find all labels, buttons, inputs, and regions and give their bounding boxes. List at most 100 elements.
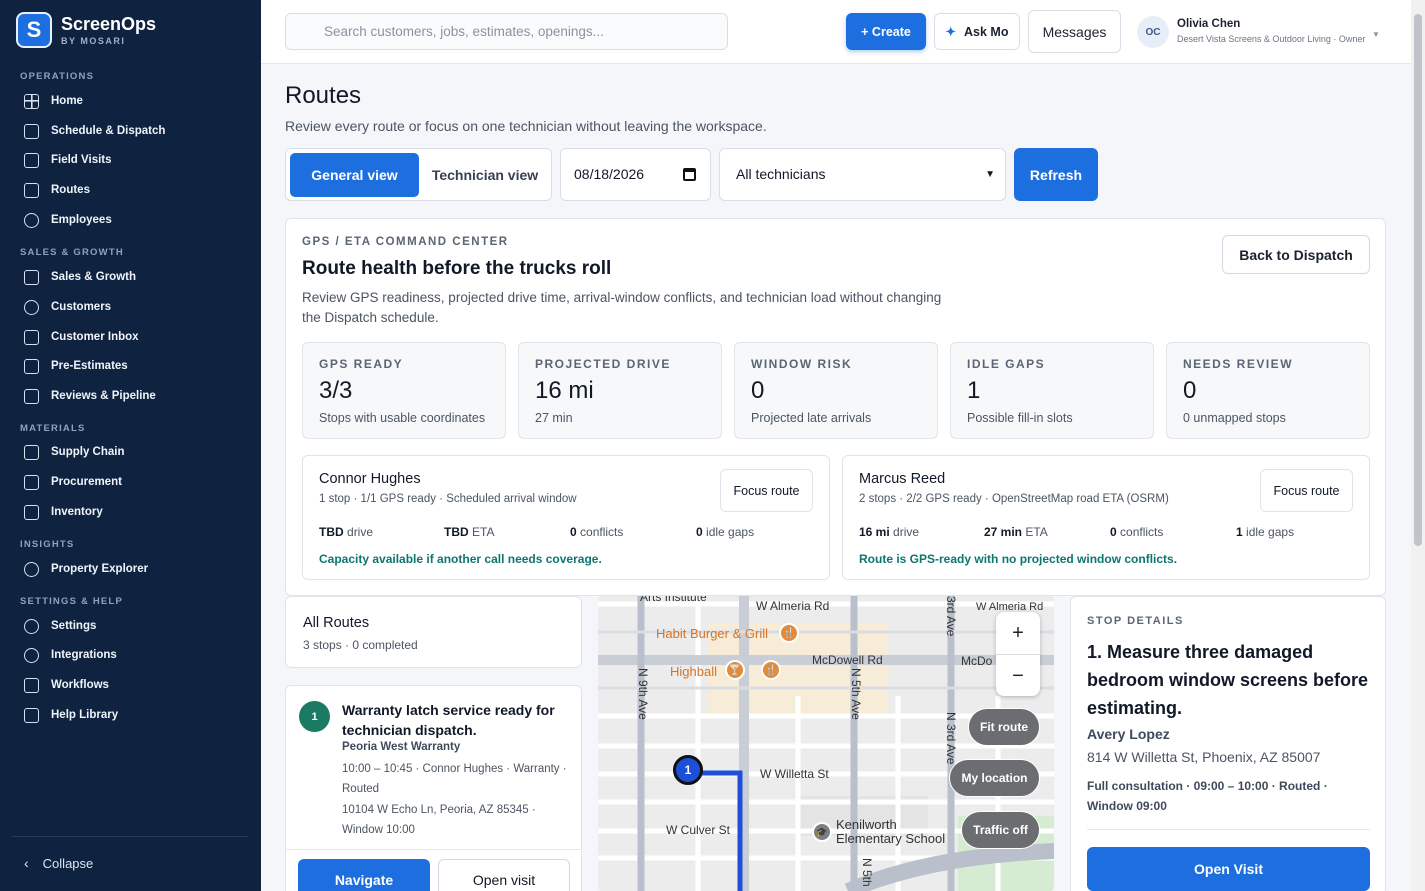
technician-card-marcus: Marcus Reed 2 stops · 2/2 GPS ready · Op… bbox=[842, 455, 1370, 580]
stop-details-address: 814 W Willetta St, Phoenix, AZ 85007 bbox=[1087, 749, 1321, 765]
map-poi-label: Habit Burger & Grill bbox=[656, 626, 768, 641]
sidebar-item-inventory[interactable]: Inventory bbox=[24, 502, 103, 522]
drive-stat: TBD drive bbox=[319, 525, 374, 539]
route-stop-card[interactable]: 1 Warranty latch service ready for techn… bbox=[285, 685, 582, 891]
calendar-icon[interactable] bbox=[683, 168, 696, 181]
metric-idle-gaps: IDLE GAPS 1 Possible fill-in slots bbox=[950, 342, 1154, 439]
calendar-icon bbox=[24, 123, 39, 139]
general-view-tab[interactable]: General view bbox=[290, 153, 419, 197]
search-input[interactable]: Search customers, jobs, estimates, openi… bbox=[285, 13, 728, 50]
chevron-down-icon[interactable]: ▼ bbox=[1372, 30, 1380, 39]
scrollbar-thumb[interactable] bbox=[1414, 14, 1422, 546]
idle-gaps-stat: 0 idle gaps bbox=[696, 525, 755, 539]
map-label: N 9th Ave bbox=[636, 668, 650, 720]
sidebar-item-supply-chain[interactable]: Supply Chain bbox=[24, 442, 124, 462]
focus-route-button[interactable]: Focus route bbox=[1260, 469, 1353, 512]
zoom-out-button[interactable]: − bbox=[996, 655, 1040, 697]
back-to-dispatch-button[interactable]: Back to Dispatch bbox=[1222, 235, 1370, 274]
stop-address: 10104 W Echo Ln, Peoria, AZ 85345 · Wind… bbox=[342, 804, 536, 836]
fit-route-button[interactable]: Fit route bbox=[968, 708, 1040, 746]
sidebar-item-employees[interactable]: Employees bbox=[24, 210, 112, 230]
stop-details-meta: Full consultation · 09:00 – 10:00 · Rout… bbox=[1087, 779, 1328, 813]
user-name[interactable]: Olivia Chen bbox=[1177, 18, 1240, 30]
messages-button[interactable]: Messages bbox=[1028, 10, 1121, 53]
stop-details-title: 1. Measure three damaged bedroom window … bbox=[1087, 642, 1369, 718]
sidebar-item-home[interactable]: Home bbox=[24, 91, 83, 111]
technician-select[interactable]: All technicians ▼ bbox=[719, 148, 1006, 201]
my-location-button[interactable]: My location bbox=[949, 759, 1040, 797]
open-visit-primary-button[interactable]: Open Visit bbox=[1087, 847, 1370, 891]
clipboard-icon bbox=[24, 152, 39, 168]
bar-icon[interactable]: 🍸 bbox=[725, 660, 745, 680]
technician-summary: 2 stops · 2/2 GPS ready · OpenStreetMap … bbox=[859, 493, 1169, 505]
brand[interactable]: S ScreenOps BY MOSARI bbox=[16, 12, 156, 48]
collapse-button[interactable]: ‹ Collapse bbox=[24, 855, 93, 871]
trend-icon bbox=[24, 388, 39, 404]
workflow-icon bbox=[24, 677, 39, 693]
date-input[interactable]: 08/18/2026 bbox=[560, 148, 711, 201]
open-visit-button[interactable]: Open visit bbox=[438, 859, 570, 891]
chevron-down-icon: ▼ bbox=[985, 169, 995, 180]
technician-note: Capacity available if another call needs… bbox=[319, 552, 602, 566]
refresh-button[interactable]: Refresh bbox=[1014, 148, 1098, 201]
nav-section-settings: SETTINGS & HELP bbox=[20, 596, 123, 607]
sidebar-item-integrations[interactable]: Integrations bbox=[24, 645, 117, 665]
sidebar-item-routes[interactable]: Routes bbox=[24, 180, 90, 200]
map-poi-label: Kenilworth bbox=[836, 817, 897, 832]
metric-window-risk: WINDOW RISK 0 Projected late arrivals bbox=[734, 342, 938, 439]
restaurant-icon[interactable]: 🍴 bbox=[779, 623, 799, 643]
conflicts-stat: 0 conflicts bbox=[570, 525, 624, 539]
map-label: W Willetta St bbox=[760, 767, 829, 781]
divider bbox=[1087, 829, 1370, 830]
sidebar: S ScreenOps BY MOSARI OPERATIONS Home Sc… bbox=[0, 0, 261, 891]
create-button[interactable]: + Create bbox=[846, 13, 926, 50]
pin-icon bbox=[24, 561, 39, 577]
map-poi-label: Highball bbox=[670, 664, 717, 679]
school-icon[interactable]: 🎓 bbox=[812, 822, 832, 842]
sidebar-item-settings[interactable]: Settings bbox=[24, 616, 96, 636]
route-stop-marker[interactable]: 1 bbox=[673, 755, 703, 785]
command-center-title: Route health before the trucks roll bbox=[302, 258, 612, 279]
focus-route-button[interactable]: Focus route bbox=[720, 469, 813, 512]
restaurant-icon[interactable]: 🍴 bbox=[761, 660, 781, 680]
sidebar-item-property-explorer[interactable]: Property Explorer bbox=[24, 559, 148, 579]
metric-projected-drive: PROJECTED DRIVE 16 mi 27 min bbox=[518, 342, 722, 439]
route-map[interactable]: Arts Institute W Almeria Rd W Almeria Rd… bbox=[598, 596, 1054, 891]
brand-logo: S bbox=[16, 12, 52, 48]
sidebar-item-procurement[interactable]: Procurement bbox=[24, 472, 122, 492]
sidebar-item-workflows[interactable]: Workflows bbox=[24, 675, 109, 695]
all-routes-card[interactable]: All Routes 3 stops · 0 completed bbox=[285, 596, 582, 668]
book-icon bbox=[24, 707, 39, 723]
cube-icon bbox=[24, 182, 39, 198]
avatar[interactable]: OC bbox=[1137, 16, 1169, 48]
sidebar-item-customers[interactable]: Customers bbox=[24, 297, 111, 317]
person-icon bbox=[24, 299, 39, 315]
sidebar-divider bbox=[12, 836, 248, 837]
scrollbar[interactable] bbox=[1411, 0, 1425, 891]
user-org: Desert Vista Screens & Outdoor Living · … bbox=[1177, 34, 1366, 44]
command-center-card: GPS / ETA COMMAND CENTER Route health be… bbox=[285, 218, 1386, 596]
sidebar-item-field-visits[interactable]: Field Visits bbox=[24, 150, 112, 170]
sidebar-item-pre-estimates[interactable]: Pre-Estimates bbox=[24, 356, 128, 376]
sidebar-item-customer-inbox[interactable]: Customer Inbox bbox=[24, 327, 139, 347]
technician-card-connor: Connor Hughes 1 stop · 1/1 GPS ready · S… bbox=[302, 455, 830, 580]
all-routes-summary: 3 stops · 0 completed bbox=[303, 638, 418, 652]
navigate-button[interactable]: Navigate bbox=[298, 859, 430, 891]
sidebar-item-help-library[interactable]: Help Library bbox=[24, 705, 118, 725]
plug-icon bbox=[24, 647, 39, 663]
sidebar-item-reviews-pipeline[interactable]: Reviews & Pipeline bbox=[24, 386, 156, 406]
chat-icon bbox=[24, 329, 39, 345]
eta-stat: 27 min ETA bbox=[984, 525, 1048, 539]
map-label: McDowell Rd bbox=[812, 653, 883, 667]
zoom-in-button[interactable]: + bbox=[996, 612, 1040, 654]
map-label: McDo bbox=[961, 654, 993, 668]
nav-section-sales: SALES & GROWTH bbox=[20, 247, 124, 258]
command-center-description: Review GPS readiness, projected drive ti… bbox=[302, 290, 942, 325]
sidebar-item-sales-growth[interactable]: Sales & Growth bbox=[24, 267, 136, 287]
traffic-toggle-button[interactable]: Traffic off bbox=[961, 811, 1040, 849]
ask-mo-button[interactable]: ✦ Ask Mo bbox=[934, 13, 1020, 50]
technician-view-tab[interactable]: Technician view bbox=[423, 153, 547, 197]
zoom-control: + − bbox=[996, 612, 1040, 696]
stop-meta: 10:00 – 10:45 · Connor Hughes · Warranty… bbox=[342, 763, 567, 795]
sidebar-item-schedule[interactable]: Schedule & Dispatch bbox=[24, 121, 165, 141]
